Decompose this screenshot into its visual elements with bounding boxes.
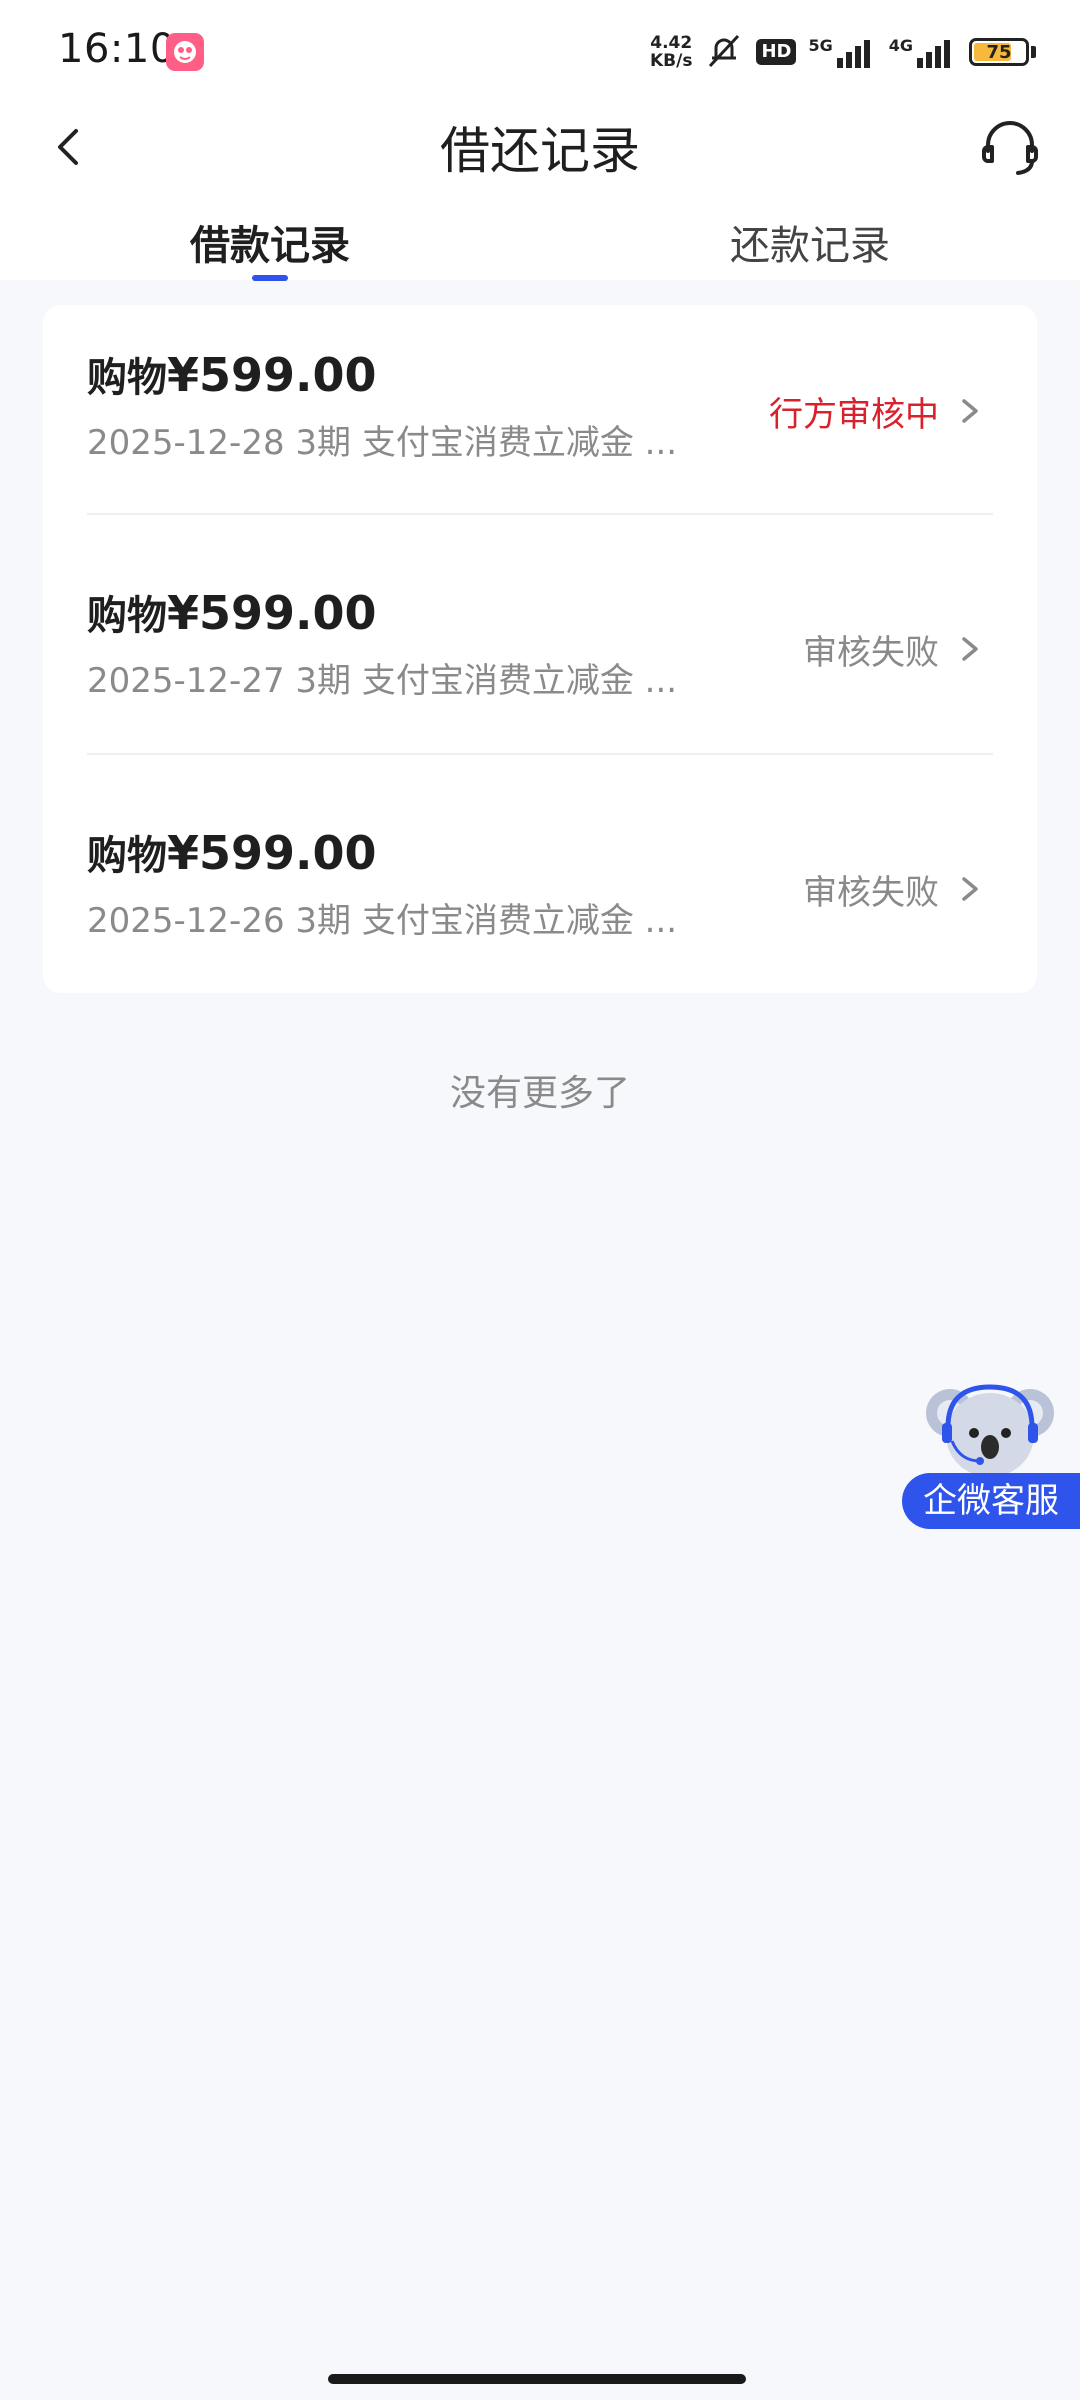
network-speed: 4.42 KB/s [650, 34, 692, 70]
home-indicator[interactable] [328, 2374, 746, 2384]
record-amount: ¥599.00 [167, 826, 377, 880]
status-badge: 行方审核中 [769, 395, 939, 435]
record-amount: ¥599.00 [167, 348, 377, 402]
chevron-right-icon [962, 637, 978, 661]
record-category: 购物 [87, 593, 167, 639]
floating-service-button[interactable]: 企微客服 [900, 1375, 1080, 1530]
status-badge: 审核失败 [803, 873, 939, 913]
active-tab-indicator [252, 275, 288, 281]
signal-4g-icon: 4G [889, 36, 957, 68]
record-subtitle: 2025-12-26 3期 支付宝消费立减金 ... [87, 901, 678, 941]
chevron-right-icon [962, 399, 978, 423]
list-item[interactable]: 购物¥599.00 2025-12-27 3期 支付宝消费立减金 ... 审核失… [43, 543, 1037, 781]
floating-service-label: 企微客服 [902, 1473, 1080, 1529]
mute-icon [704, 30, 744, 74]
battery-icon: 75 [969, 38, 1036, 66]
signal-4g-label: 4G [888, 36, 913, 55]
record-category: 购物 [87, 833, 167, 879]
signal-5g-label: 5G [808, 36, 833, 55]
battery-level: 75 [986, 41, 1012, 63]
page-title: 借还记录 [440, 122, 640, 180]
list-item[interactable]: 购物¥599.00 2025-12-28 3期 支付宝消费立减金 ... 行方审… [43, 305, 1037, 543]
divider [87, 753, 993, 755]
header: 借还记录 借款记录 还款记录 [0, 95, 1080, 281]
record-title: 购物¥599.00 [87, 823, 377, 881]
record-subtitle: 2025-12-28 3期 支付宝消费立减金 ... [87, 423, 678, 463]
status-badge: 审核失败 [803, 633, 939, 673]
record-title: 购物¥599.00 [87, 345, 377, 403]
status-time: 16:10 [58, 26, 176, 72]
record-amount: ¥599.00 [167, 586, 377, 640]
hd-voice-badge: HD [756, 39, 797, 65]
list-item[interactable]: 购物¥599.00 2025-12-26 3期 支付宝消费立减金 ... 审核失… [43, 783, 1037, 1021]
page: 16:10 4.42 KB/s HD 5G 4G 75 借还记录 借款记录 还款… [0, 0, 1080, 2400]
battery-tip [1031, 46, 1036, 58]
status-bar: 16:10 4.42 KB/s HD 5G 4G 75 [0, 0, 1080, 95]
network-speed-value: 4.42 [650, 33, 693, 53]
record-category: 购物 [87, 355, 167, 401]
battery-body: 75 [969, 38, 1029, 66]
customer-service-button[interactable] [974, 111, 1046, 183]
chevron-right-icon [962, 877, 978, 901]
status-icons: 4.42 KB/s HD 5G 4G 75 [650, 30, 1036, 74]
records-card: 购物¥599.00 2025-12-28 3期 支付宝消费立减金 ... 行方审… [43, 305, 1037, 993]
tab-repayment-records[interactable]: 还款记录 [660, 213, 960, 271]
record-subtitle: 2025-12-27 3期 支付宝消费立减金 ... [87, 661, 678, 701]
no-more-text: 没有更多了 [449, 1073, 630, 1114]
app-notification-icon [166, 33, 204, 71]
koala-mascot-icon [926, 1384, 1054, 1477]
signal-5g-icon: 5G [808, 36, 876, 68]
headset-icon [982, 121, 1038, 175]
tab-loan-records[interactable]: 借款记录 [120, 213, 420, 271]
divider [87, 513, 993, 515]
record-title: 购物¥599.00 [87, 583, 377, 641]
network-speed-unit: KB/s [649, 51, 693, 71]
